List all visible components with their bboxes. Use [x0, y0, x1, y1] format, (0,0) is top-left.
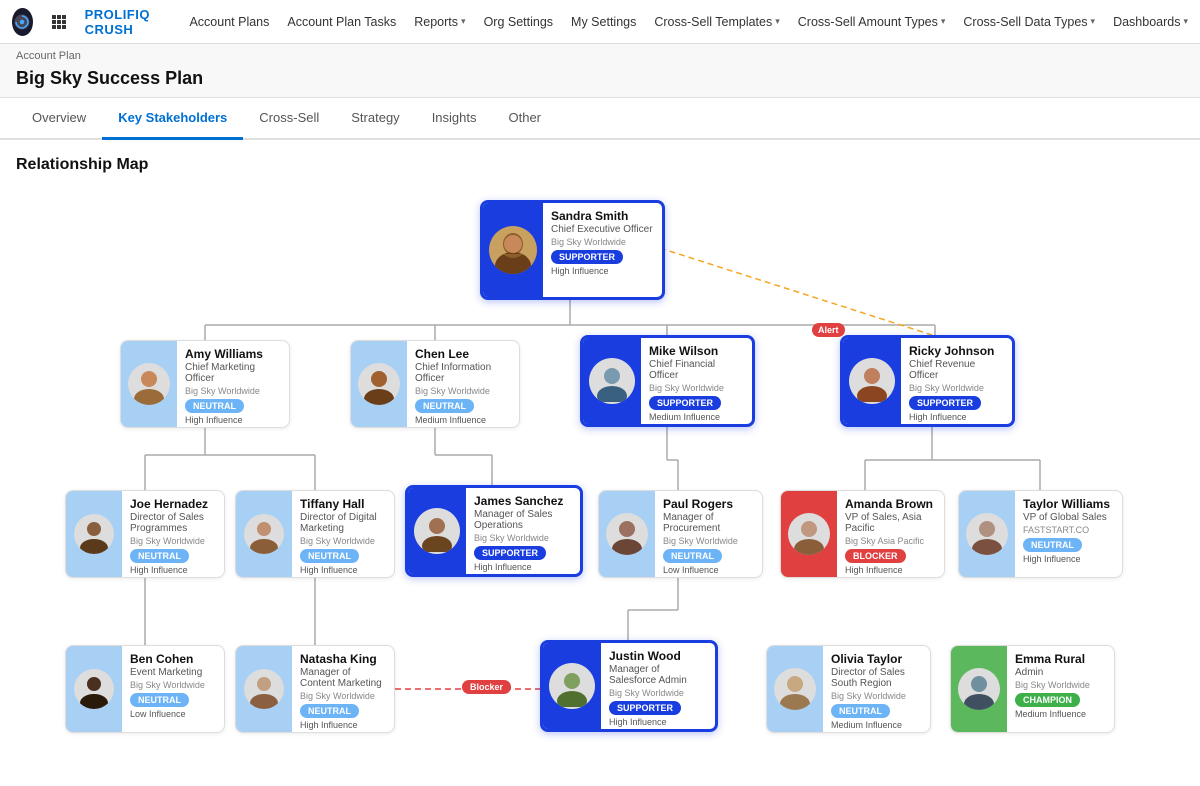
card-paul[interactable]: Paul Rogers Manager of Procurement Big S… — [598, 490, 763, 578]
card-james[interactable]: James Sanchez Manager of Sales Operation… — [405, 485, 583, 577]
card-mike[interactable]: Mike Wilson Chief Financial Officer Big … — [580, 335, 755, 427]
nav-cross-sell-templates[interactable]: Cross-Sell Templates ▾ — [654, 15, 779, 29]
card-chen[interactable]: Chen Lee Chief Information Officer Big S… — [350, 340, 520, 428]
tab-overview[interactable]: Overview — [16, 98, 102, 140]
org-chart: Alert Blocker Sandra Smith Chief Executi… — [50, 190, 1150, 770]
tab-cross-sell[interactable]: Cross-Sell — [243, 98, 335, 140]
nav-account-plans[interactable]: Account Plans — [189, 15, 269, 29]
tab-key-stakeholders[interactable]: Key Stakeholders — [102, 98, 243, 140]
card-olivia[interactable]: Olivia Taylor Director of Sales South Re… — [766, 645, 931, 733]
app-name: PROLIFIQ CRUSH — [85, 7, 172, 37]
card-amy[interactable]: Amy Williams Chief Marketing Officer Big… — [120, 340, 290, 428]
nav-org-settings[interactable]: Org Settings — [484, 15, 553, 29]
tabs-bar: Overview Key Stakeholders Cross-Sell Str… — [0, 98, 1200, 140]
card-joe[interactable]: Joe Hernadez Director of Sales Programme… — [65, 490, 225, 578]
section-title: Relationship Map — [16, 156, 1184, 174]
card-tiffany[interactable]: Tiffany Hall Director of Digital Marketi… — [235, 490, 395, 578]
main-content: Relationship Map — [0, 140, 1200, 786]
blocker-label: Blocker — [462, 680, 511, 694]
card-sandra[interactable]: Sandra Smith Chief Executive Officer Big… — [480, 200, 665, 300]
nav-dashboards[interactable]: Dashboards ▾ — [1113, 15, 1188, 29]
card-natasha[interactable]: Natasha King Manager of Content Marketin… — [235, 645, 395, 733]
nav-account-plan-tasks[interactable]: Account Plan Tasks — [287, 15, 396, 29]
nav-cross-sell-data[interactable]: Cross-Sell Data Types ▾ — [963, 15, 1095, 29]
top-navigation: Account Plans Account Plan Tasks Reports… — [189, 15, 1188, 29]
nav-reports[interactable]: Reports ▾ — [414, 15, 465, 29]
page-title: Big Sky Success Plan — [16, 68, 1184, 89]
card-taylor[interactable]: Taylor Williams VP of Global Sales FASTS… — [958, 490, 1123, 578]
nav-cross-sell-amount[interactable]: Cross-Sell Amount Types ▾ — [798, 15, 946, 29]
card-emma[interactable]: Emma Rural Admin Big Sky Worldwide CHAMP… — [950, 645, 1115, 733]
card-justin[interactable]: Justin Wood Manager of Salesforce Admin … — [540, 640, 718, 732]
page-title-bar: Big Sky Success Plan — [0, 64, 1200, 98]
card-ricky[interactable]: Ricky Johnson Chief Revenue Officer Big … — [840, 335, 1015, 427]
alert-badge: Alert — [812, 323, 845, 337]
topbar: PROLIFIQ CRUSH Account Plans Account Pla… — [0, 0, 1200, 44]
tab-insights[interactable]: Insights — [416, 98, 493, 140]
app-logo — [12, 8, 33, 36]
grid-icon[interactable] — [51, 14, 67, 30]
nav-my-settings[interactable]: My Settings — [571, 15, 636, 29]
tab-other[interactable]: Other — [493, 98, 558, 140]
card-amanda[interactable]: Amanda Brown VP of Sales, Asia Pacific B… — [780, 490, 945, 578]
card-ben[interactable]: Ben Cohen Event Marketing Big Sky Worldw… — [65, 645, 225, 733]
breadcrumb: Account Plan — [0, 44, 1200, 64]
tab-strategy[interactable]: Strategy — [335, 98, 415, 140]
